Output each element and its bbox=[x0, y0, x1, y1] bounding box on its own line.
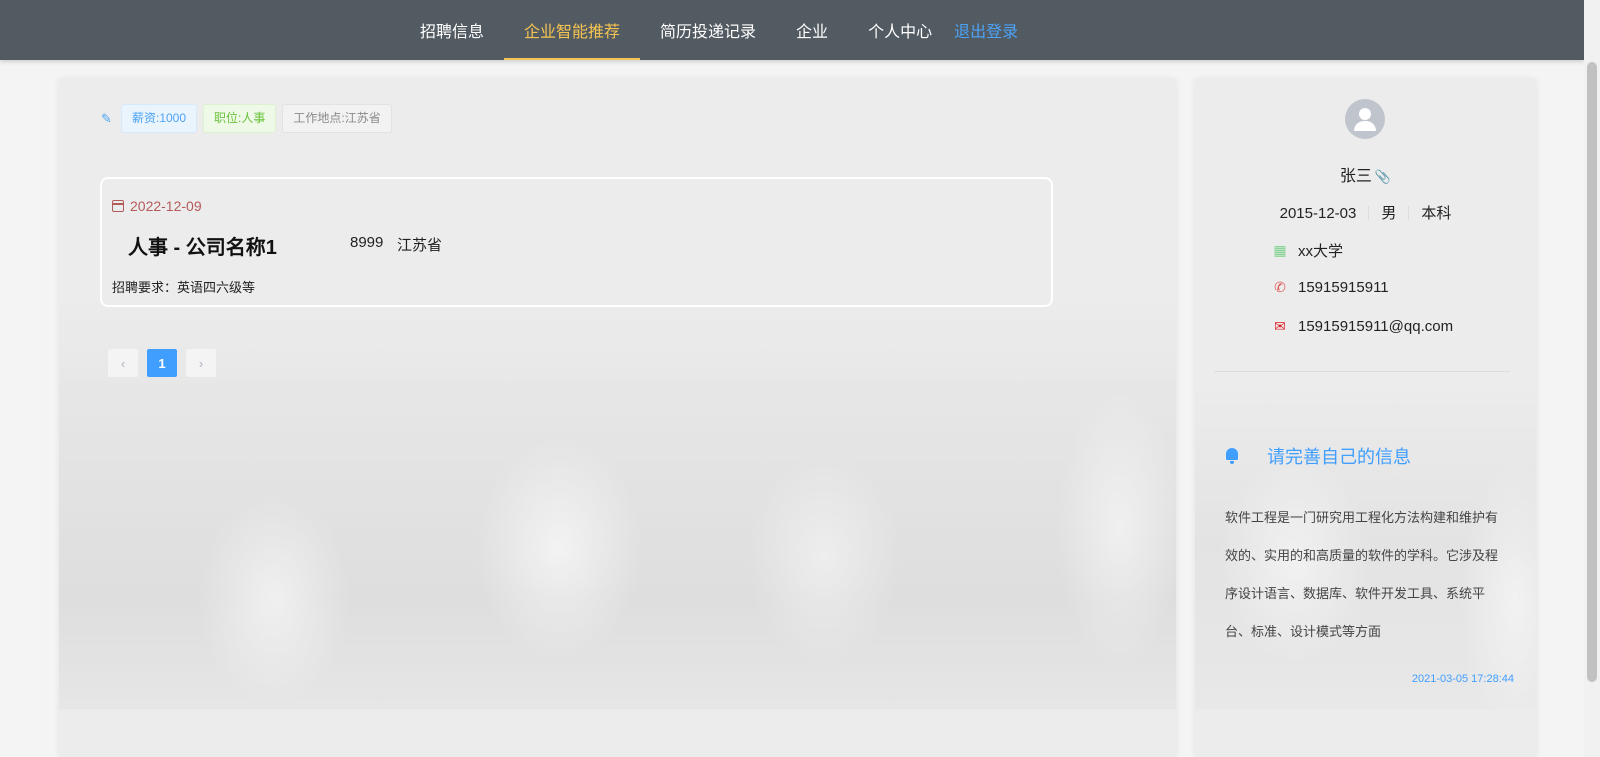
divider bbox=[1214, 371, 1510, 372]
notice-title: 请完善自己的信息 bbox=[1225, 443, 1411, 469]
logout-link[interactable]: 退出登录 bbox=[952, 0, 1038, 60]
user-meta: 2015-12-03 男 本科 bbox=[1195, 202, 1536, 223]
email-icon: ✉ bbox=[1274, 318, 1286, 334]
edit-icon[interactable]: ✎ bbox=[101, 111, 115, 126]
phone-icon: ✆ bbox=[1274, 279, 1286, 295]
degree: 本科 bbox=[1421, 205, 1452, 222]
school-text: xx大学 bbox=[1298, 243, 1344, 260]
nav-item-personal-center[interactable]: 个人中心 bbox=[848, 0, 952, 60]
next-page-button[interactable]: › bbox=[186, 349, 216, 377]
main-nav: 招聘信息 企业智能推荐 简历投递记录 企业 个人中心 退出登录 bbox=[400, 0, 1038, 60]
gender: 男 bbox=[1381, 205, 1397, 222]
job-requirement: 招聘要求：英语四六级等 bbox=[112, 280, 256, 295]
birth-date: 2015-12-03 bbox=[1279, 205, 1357, 222]
page-number-button[interactable]: 1 bbox=[147, 349, 177, 377]
notice-body: 软件工程是一门研究用工程化方法构建和维护有效的、实用的和高质量的软件的学科。它涉… bbox=[1225, 510, 1499, 639]
calendar-icon bbox=[112, 200, 124, 212]
building-icon: ▦ bbox=[1273, 242, 1287, 258]
nav-item-company[interactable]: 企业 bbox=[776, 0, 848, 60]
job-card[interactable]: 2022-12-09 人事 - 公司名称1 8999 江苏省 招聘要求：英语四六… bbox=[100, 177, 1053, 307]
salary-tag: 薪资:1000 bbox=[121, 104, 198, 133]
scrollbar-thumb[interactable] bbox=[1587, 62, 1597, 682]
notice-title-text[interactable]: 请完善自己的信息 bbox=[1267, 443, 1411, 469]
profile-panel: 张三 📎 2015-12-03 男 本科 ▦ xx大学 ✆ 15915915911 ✉… bbox=[1195, 79, 1536, 757]
nav-item-job-info[interactable]: 招聘信息 bbox=[400, 0, 504, 60]
paperclip-icon[interactable]: 📎 bbox=[1375, 169, 1391, 184]
avatar[interactable] bbox=[1345, 99, 1385, 139]
prev-page-button[interactable]: ‹ bbox=[108, 349, 138, 377]
page-scrollbar[interactable] bbox=[1584, 0, 1600, 757]
user-name: 张三 📎 bbox=[1195, 162, 1536, 186]
email-line: ✉ 15915915911@qq.com bbox=[1273, 318, 1453, 335]
notice-time: 2021-03-05 17:28:44 bbox=[1411, 673, 1514, 685]
background-photo bbox=[59, 269, 1176, 709]
recommend-panel: ✎ 薪资:1000 职位:人事 工作地点:江苏省 2022-12-09 人事 -… bbox=[59, 79, 1176, 757]
filter-tags: ✎ 薪资:1000 职位:人事 工作地点:江苏省 bbox=[101, 104, 398, 133]
location-tag: 工作地点:江苏省 bbox=[282, 104, 392, 133]
nav-item-recommend[interactable]: 企业智能推荐 bbox=[504, 0, 641, 60]
phone-line: ✆ 15915915911 bbox=[1273, 279, 1389, 296]
nav-item-resume-records[interactable]: 简历投递记录 bbox=[640, 0, 776, 60]
job-salary: 8999 bbox=[350, 234, 384, 251]
school-line: ▦ xx大学 bbox=[1273, 240, 1343, 261]
user-name-text: 张三 bbox=[1339, 168, 1372, 185]
job-location: 江苏省 bbox=[397, 237, 443, 254]
bell-icon bbox=[1225, 448, 1239, 464]
pagination: ‹ 1 › bbox=[108, 349, 225, 377]
job-date: 2022-12-09 bbox=[112, 198, 202, 214]
phone-text: 15915915911 bbox=[1298, 279, 1389, 296]
top-nav-bar: 招聘信息 企业智能推荐 简历投递记录 企业 个人中心 退出登录 bbox=[0, 0, 1584, 60]
job-title[interactable]: 人事 - 公司名称1 bbox=[128, 231, 277, 260]
position-tag: 职位:人事 bbox=[203, 104, 277, 133]
email-text: 15915915911@qq.com bbox=[1298, 318, 1454, 335]
job-date-text: 2022-12-09 bbox=[130, 198, 202, 214]
